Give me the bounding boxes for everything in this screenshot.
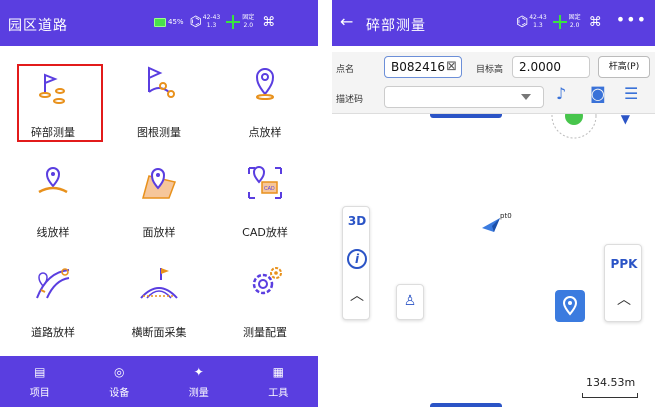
menu-cross-section[interactable]: 横断面采集 [106, 246, 212, 346]
gnss-fix-icon [226, 15, 241, 29]
menu-label: 测量配置 [243, 326, 287, 339]
measure-icon: ✦ [193, 365, 204, 379]
scale-label: 134.53m [586, 376, 636, 389]
line-stakeout-icon [38, 167, 68, 194]
point-stakeout-icon [255, 68, 275, 100]
fix-value: 2.0 [243, 22, 254, 29]
menu-cad-stakeout[interactable]: CAD CAD放样 [212, 146, 318, 246]
status-bar: ⌬ 42-43 1.3 固定 2.0 ⌘ [510, 14, 602, 30]
more-menu-icon[interactable]: ••• [616, 10, 647, 29]
pole-height-button[interactable]: 杆高(P) [598, 56, 650, 78]
view-3d-button[interactable]: 3D [343, 211, 371, 243]
satellite-pdop: 1.3 [206, 22, 217, 29]
menu-label: 碎部测量 [31, 126, 75, 139]
fix-value: 2.0 [569, 22, 580, 29]
point-name-label: 点名 [336, 65, 355, 75]
list-icon[interactable]: ☰ [624, 84, 638, 103]
device-icon: ◎ [114, 365, 125, 379]
gnss-fix-icon [552, 15, 567, 29]
project-icon: ▤ [34, 365, 46, 379]
bottom-nav: ▤ 项目 ◎ 设备 ✦ 测量 ▦ 工具 [0, 356, 318, 407]
pole-person-button[interactable]: ♙ [396, 284, 424, 320]
microphone-icon[interactable]: ♪ [556, 84, 566, 103]
person-marker-icon: ♙ [403, 293, 417, 309]
description-code-label: 描述码 [336, 95, 364, 105]
scale-bar [582, 393, 638, 398]
fix-status: 固定 [568, 14, 581, 21]
expand-up-icon[interactable]: ︿ [343, 281, 371, 313]
point-name-input[interactable]: B082416 ⊠ [384, 56, 462, 78]
top-drawer-handle[interactable] [430, 114, 502, 118]
point-form: 点名 B082416 ⊠ 目标高 2.0000 杆高(P) 描述码 [332, 52, 655, 114]
point-direction-icon [482, 218, 500, 232]
menu-point-stakeout[interactable]: 点放样 [212, 46, 318, 146]
menu-label: 点放样 [248, 126, 282, 139]
menu-label: 横断面采集 [131, 326, 187, 339]
svg-text:CAD: CAD [264, 186, 275, 192]
target-height-label: 目标高 [476, 65, 504, 75]
menu-label: 道路放样 [31, 326, 75, 339]
camera-icon[interactable]: ◙ [590, 84, 606, 103]
function-grid: 碎部测量 图根测量 点放样 线放样 面放样 CAD CAD放样 道路放样 横断面… [0, 46, 318, 356]
menu-detail-survey[interactable]: 碎部测量 [0, 46, 106, 146]
settings-gear-icon [252, 267, 282, 295]
menu-control-survey[interactable]: 图根测量 [106, 46, 212, 146]
menu-label: CAD放样 [242, 226, 288, 239]
chevron-down-icon [521, 94, 531, 100]
menu-label: 线放样 [36, 226, 70, 239]
battery-percent: 45% [168, 18, 184, 26]
location-pin-button[interactable] [555, 290, 585, 322]
survey-flag-icon [39, 73, 65, 104]
bottom-drawer-handle[interactable] [430, 403, 502, 407]
gps-position-icon [551, 114, 597, 139]
menu-area-stakeout[interactable]: 面放样 [106, 146, 212, 246]
nav-measure[interactable]: ✦ 测量 [159, 356, 239, 407]
satellite-icon: ⌬ [189, 14, 202, 30]
area-stakeout-icon [142, 168, 177, 199]
project-title: 园区道路 [8, 18, 68, 34]
tools-icon: ▦ [272, 365, 284, 379]
page-title: 碎部测量 [366, 18, 426, 34]
satellite-pdop: 1.3 [533, 22, 543, 29]
right-screen: ← 碎部测量 ⌬ 42-43 1.3 固定 2.0 ⌘ ••• 点名 B0824… [332, 0, 655, 407]
road-stakeout-icon [36, 268, 70, 299]
fix-status: 固定 [242, 14, 255, 21]
map-canvas[interactable]: ▼ 3D i ︿ ♙ pt0 PPK ︿ 134.53m [332, 112, 655, 407]
survey-header: ← 碎部测量 ⌬ 42-43 1.3 固定 2.0 ⌘ ••• [332, 0, 655, 46]
menu-road-stakeout[interactable]: 道路放样 [0, 246, 106, 346]
radio-link-icon[interactable]: ⌘ [589, 15, 602, 30]
nav-project[interactable]: ▤ 项目 [0, 356, 80, 407]
clear-icon[interactable]: ⊠ [446, 59, 457, 74]
menu-survey-config[interactable]: 测量配置 [212, 246, 318, 346]
nav-device[interactable]: ◎ 设备 [80, 356, 160, 407]
menu-label: 图根测量 [137, 126, 181, 139]
battery-icon [154, 17, 166, 27]
target-height-input[interactable]: 2.0000 [512, 56, 590, 78]
north-arrow-icon: ▼ [620, 112, 630, 126]
menu-line-stakeout[interactable]: 线放样 [0, 146, 106, 246]
left-screen: 园区道路 45% ⌬ 42-43 1.3 固定 2.0 ⌘ 碎部测量 图根测量 … [0, 0, 318, 407]
menu-label: 面放样 [142, 226, 176, 239]
ppk-button[interactable]: PPK [605, 257, 643, 271]
app-header: 园区道路 45% ⌬ 42-43 1.3 固定 2.0 ⌘ [0, 0, 318, 46]
info-icon: i [347, 249, 367, 269]
satellite-count: 42-43 [202, 14, 221, 21]
control-point-icon [148, 66, 175, 98]
radio-link-icon[interactable]: ⌘ [262, 15, 275, 30]
description-code-select[interactable] [384, 86, 544, 108]
cad-stakeout-icon: CAD [248, 166, 282, 199]
info-button[interactable]: i [343, 245, 371, 277]
status-bar: 45% ⌬ 42-43 1.3 固定 2.0 ⌘ [154, 14, 275, 30]
back-arrow-icon[interactable]: ← [340, 12, 353, 31]
satellite-count: 42-43 [529, 14, 547, 21]
satellite-icon: ⌬ [516, 14, 529, 30]
location-pin-icon [562, 296, 578, 316]
expand-up-icon[interactable]: ︿ [605, 289, 643, 309]
nav-tools[interactable]: ▦ 工具 [239, 356, 319, 407]
cross-section-icon [140, 268, 178, 299]
map-tools-left: 3D i ︿ [342, 206, 370, 320]
map-tools-right: PPK ︿ [604, 244, 642, 322]
